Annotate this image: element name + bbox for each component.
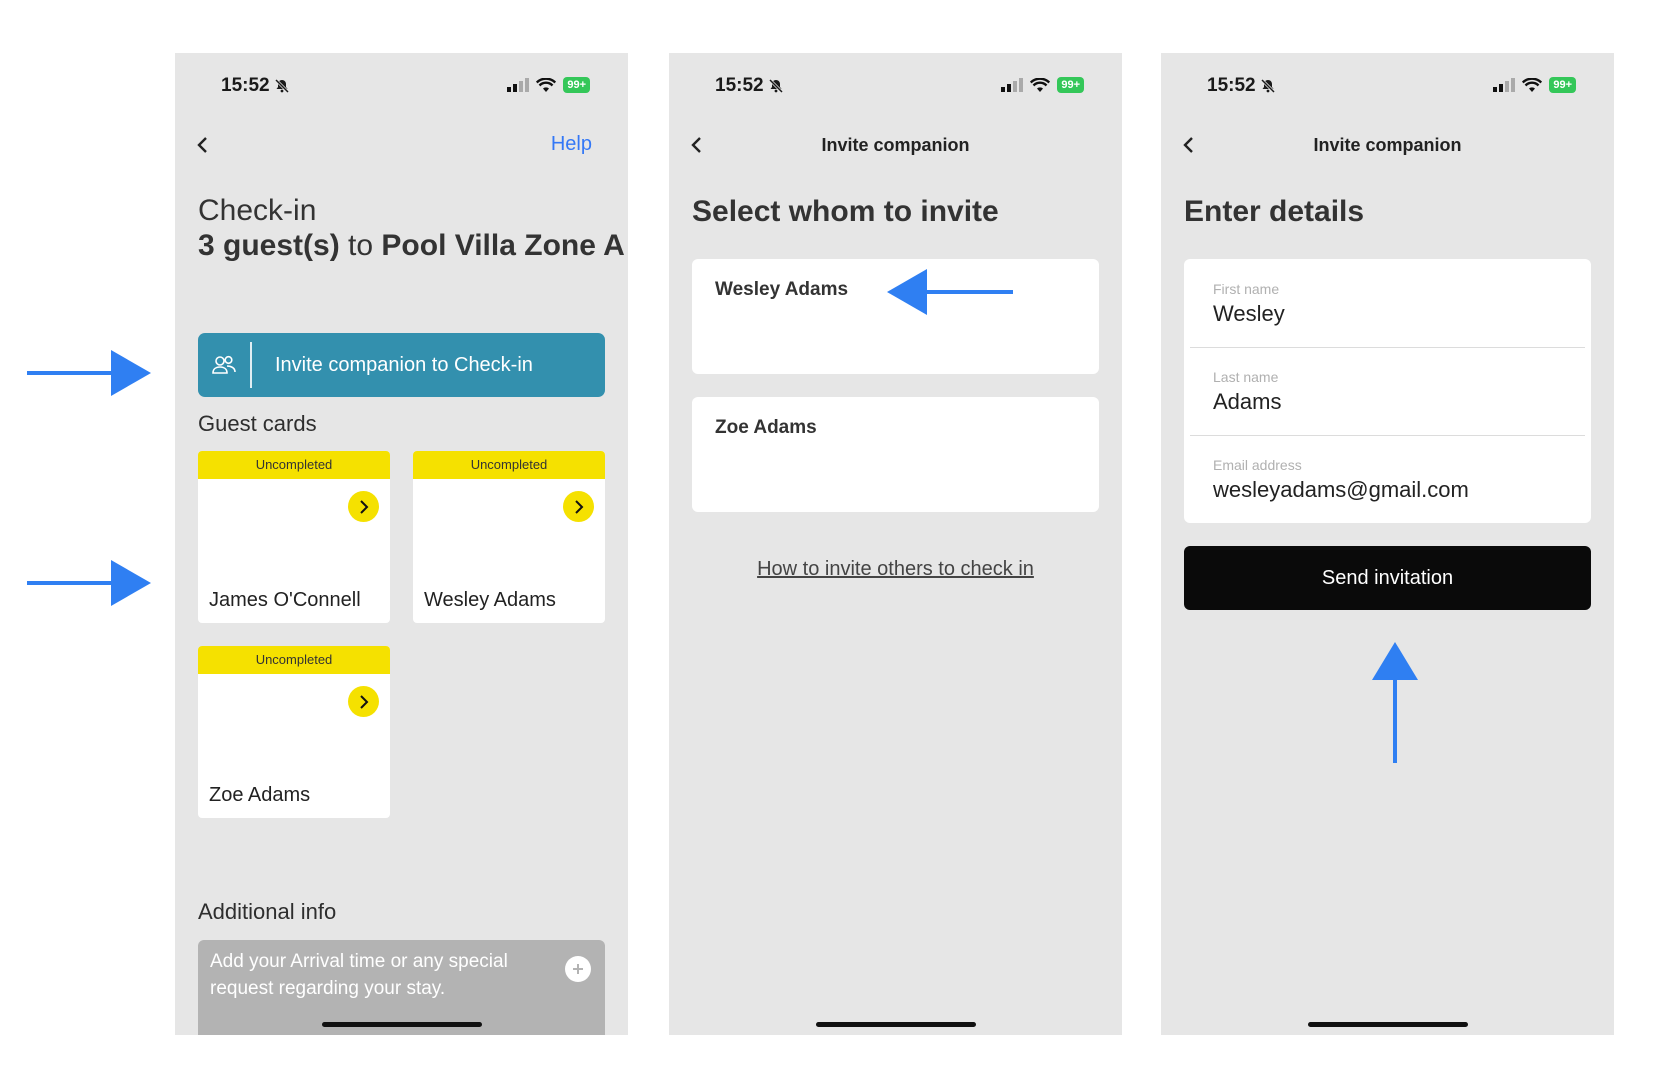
plus-icon[interactable] [565,956,591,982]
page-heading: Select whom to invite [692,195,999,228]
companion-name: Zoe Adams [715,417,817,438]
home-indicator [815,1022,976,1027]
home-indicator [321,1022,482,1027]
bell-slash-icon [1260,78,1275,94]
people-icon [198,342,252,388]
companion-name: Wesley Adams [715,279,849,300]
last-name-label: Last name [1213,369,1279,385]
status-time: 15:52 [715,75,784,97]
wifi-icon [536,77,557,92]
arrow-annotation-icon [27,560,151,606]
last-name-field[interactable]: Last name Adams [1190,347,1585,436]
status-icons: 99+ [507,77,590,93]
companion-option-zoe[interactable]: Zoe Adams [692,397,1099,512]
status-time-text: 15:52 [715,75,764,96]
details-form: First name Wesley Last name Adams Email … [1184,259,1591,523]
additional-info-box[interactable]: Add your Arrival time or any special req… [198,940,605,1035]
invite-button-label: Invite companion to Check-in [275,353,533,376]
enter-details-screen: 15:52 99+ Invite companion Enter details… [1161,53,1614,1035]
email-label: Email address [1213,457,1302,473]
email-field[interactable]: Email address wesleyadams@gmail.com [1190,435,1585,523]
arrow-annotation-icon [27,350,151,396]
invite-companion-button[interactable]: Invite companion to Check-in [198,333,605,397]
first-name-label: First name [1213,281,1280,297]
status-icons: 99+ [1493,77,1576,93]
status-time: 15:52 [1207,75,1276,97]
first-name-field[interactable]: First name Wesley [1190,259,1585,348]
select-invite-screen: 15:52 99+ Invite companion Select whom t… [669,53,1122,1035]
checkin-title: Check-in 3 guest(s) to Pool Villa Zone A [198,193,625,263]
how-to-invite-link[interactable]: How to invite others to check in [669,558,1122,581]
chevron-right-icon[interactable] [563,491,594,522]
status-badge: Uncompleted [198,451,390,479]
battery-icon: 99+ [1057,77,1084,93]
last-name-value[interactable]: Adams [1213,389,1281,415]
battery-icon: 99+ [563,77,590,93]
status-time-text: 15:52 [221,75,270,96]
arrow-annotation-icon [1372,642,1418,763]
villa-name: Pool Villa Zone A [381,229,625,262]
wifi-icon [1522,77,1543,92]
status-time: 15:52 [221,75,290,97]
status-icons: 99+ [1001,77,1084,93]
nav-title: Invite companion [821,135,970,155]
guest-name: James O'Connell [209,589,361,611]
guest-card-zoe[interactable]: Uncompleted Zoe Adams [198,646,390,818]
signal-icon [1493,78,1516,92]
bell-slash-icon [768,78,783,94]
guest-cards-heading: Guest cards [198,411,317,436]
back-chevron-icon[interactable] [195,133,211,157]
email-value[interactable]: wesleyadams@gmail.com [1213,477,1469,503]
status-badge: Uncompleted [413,451,605,479]
first-name-value[interactable]: Wesley [1213,301,1285,327]
additional-info-text: Add your Arrival time or any special req… [210,951,508,999]
guest-card-wesley[interactable]: Uncompleted Wesley Adams [413,451,605,623]
to-word: to [348,229,374,262]
signal-icon [1001,78,1024,92]
bell-slash-icon [274,78,289,94]
signal-icon [507,78,530,92]
wifi-icon [1030,77,1051,92]
status-badge: Uncompleted [198,646,390,674]
additional-info-heading: Additional info [198,899,337,924]
checkin-label: Check-in [198,194,317,227]
chevron-right-icon[interactable] [348,686,379,717]
chevron-right-icon[interactable] [348,491,379,522]
guest-name: Zoe Adams [209,784,311,806]
nav-title: Invite companion [1313,135,1462,155]
help-link[interactable]: Help [551,133,592,156]
guest-count: 3 guest(s) [198,229,340,262]
checkin-screen: 15:52 99+ Help Check-in 3 guest(s) to Po… [175,53,628,1035]
arrow-annotation-icon [887,269,1013,315]
battery-icon: 99+ [1549,77,1576,93]
guest-name: Wesley Adams [424,589,556,611]
send-invitation-button[interactable]: Send invitation [1184,546,1591,610]
page-heading: Enter details [1184,195,1365,228]
status-time-text: 15:52 [1207,75,1256,96]
guest-card-james[interactable]: Uncompleted James O'Connell [198,451,390,623]
home-indicator [1307,1022,1468,1027]
